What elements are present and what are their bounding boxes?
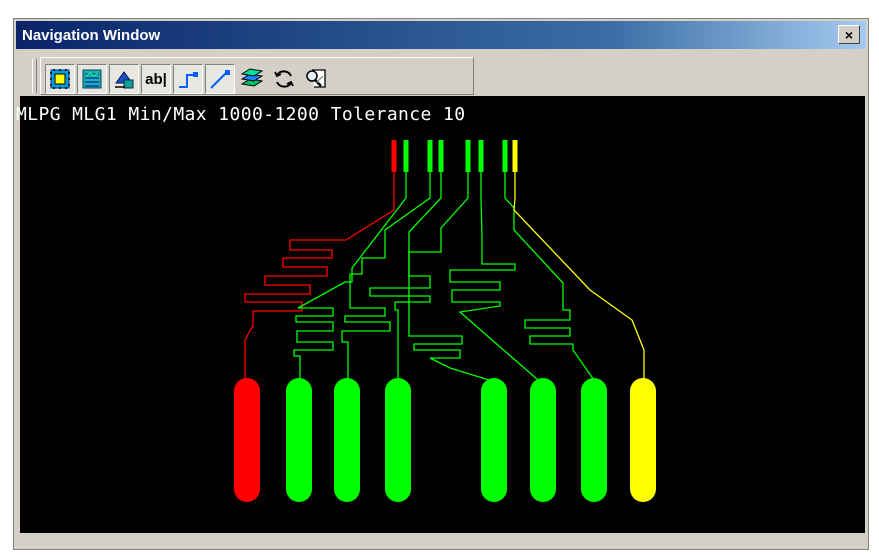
select-button[interactable] bbox=[45, 64, 75, 94]
layer-stack-button[interactable] bbox=[237, 64, 267, 94]
fill-bucket-icon bbox=[115, 71, 134, 89]
layers-panel-button[interactable] bbox=[77, 64, 107, 94]
window-title: Navigation Window bbox=[22, 26, 161, 44]
route-corner-icon bbox=[179, 72, 198, 88]
refresh-icon bbox=[274, 70, 294, 88]
route-diagonal-icon bbox=[210, 70, 230, 89]
text-button[interactable]: ab| bbox=[141, 64, 171, 94]
toolbar-grip[interactable] bbox=[32, 59, 37, 93]
route-corner-button[interactable] bbox=[173, 64, 203, 94]
toolbar-panel: ab| bbox=[40, 57, 474, 95]
layers-panel-icon bbox=[82, 69, 102, 89]
close-icon: × bbox=[844, 26, 854, 43]
canvas-status-text: MLPG MLG1 Min/Max 1000-1200 Tolerance 10 bbox=[16, 104, 466, 125]
select-icon bbox=[50, 69, 70, 89]
title-bar[interactable]: Navigation Window × bbox=[16, 21, 866, 49]
zoom-fit-button[interactable] bbox=[301, 64, 331, 94]
refresh-button[interactable] bbox=[269, 64, 299, 94]
layout-canvas[interactable] bbox=[20, 96, 865, 533]
toolbar: ab| bbox=[18, 53, 864, 97]
fill-button[interactable] bbox=[109, 64, 139, 94]
text-icon: ab| bbox=[145, 70, 167, 88]
route-diagonal-button[interactable] bbox=[205, 64, 235, 94]
zoom-fit-icon bbox=[306, 69, 326, 88]
layer-stack-icon bbox=[240, 68, 264, 87]
close-button[interactable]: × bbox=[838, 25, 860, 44]
